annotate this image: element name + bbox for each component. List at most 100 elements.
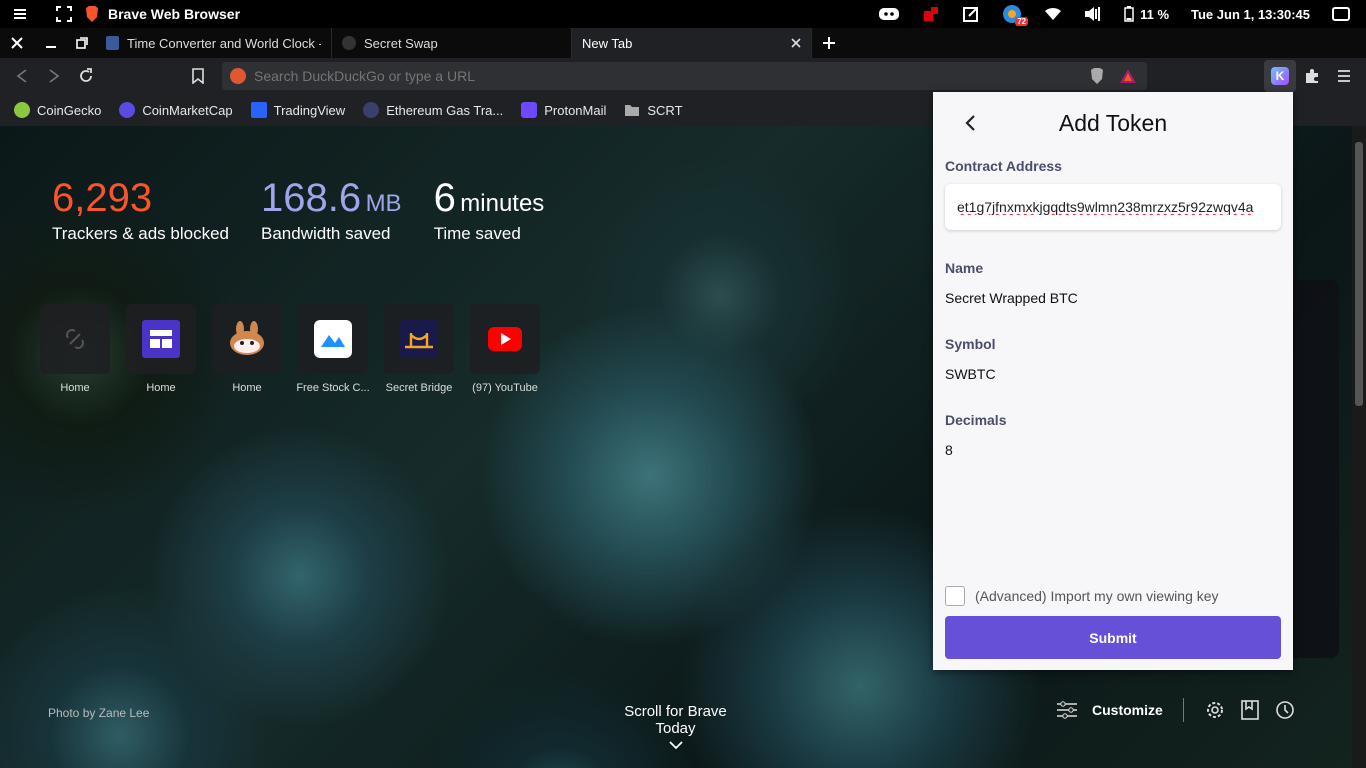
- battery-level: 11 %: [1140, 6, 1170, 22]
- pancakeswap-bunny-icon: [227, 321, 267, 357]
- menu-button[interactable]: [1328, 60, 1360, 92]
- security-shield-icon[interactable]: [922, 5, 940, 23]
- link-icon: [60, 324, 90, 354]
- notification-badge: 72: [1015, 17, 1029, 26]
- restore-icon: [76, 37, 88, 49]
- advanced-viewing-key-option[interactable]: (Advanced) Import my own viewing key: [945, 586, 1219, 606]
- brave-stats: 6,293 Trackers & ads blocked 168.6 MB Ba…: [52, 176, 544, 244]
- bookmark-icon: [192, 68, 204, 84]
- stat-time: 6 minutes Time saved: [433, 176, 545, 243]
- hamburger-icon: [1337, 70, 1351, 82]
- decimals-value: 8: [945, 442, 953, 458]
- bookmark-tradingview[interactable]: TradingView: [250, 102, 345, 118]
- symbol-value: SWBTC: [945, 366, 996, 382]
- contract-address-input[interactable]: [957, 199, 1269, 215]
- scrollbar-thumb[interactable]: [1355, 142, 1363, 406]
- ethereum-gas-icon: [363, 102, 380, 118]
- keplr-extension-button[interactable]: K: [1264, 60, 1296, 92]
- name-value: Secret Wrapped BTC: [945, 290, 1078, 306]
- settings-gear-icon[interactable]: [1204, 699, 1226, 721]
- popup-title: Add Token: [1058, 109, 1168, 136]
- activities-icon[interactable]: [12, 6, 28, 22]
- back-arrow-icon: [16, 69, 28, 83]
- page-scrollbar[interactable]: [1352, 126, 1366, 768]
- bookmark-protonmail[interactable]: ProtonMail: [521, 102, 606, 118]
- brave-lion-icon: [84, 5, 100, 23]
- history-icon[interactable]: [1274, 699, 1296, 721]
- updates-icon[interactable]: 72: [1002, 4, 1029, 26]
- back-chevron-icon[interactable]: [959, 112, 981, 134]
- top-site-tile[interactable]: Secret Bridge: [384, 304, 454, 394]
- decimals-label: Decimals: [945, 412, 1007, 428]
- back-button[interactable]: [6, 60, 38, 92]
- os-top-bar: Brave Web Browser 72 11 % Tue Jun 1, 13:…: [0, 0, 1366, 28]
- fullscreen-icon[interactable]: [56, 6, 72, 22]
- youtube-icon: [488, 327, 522, 351]
- advanced-checkbox[interactable]: [945, 586, 965, 606]
- coinmarketcap-icon: [119, 102, 136, 118]
- grid-app-icon: [142, 320, 180, 358]
- close-icon: [11, 37, 23, 49]
- submit-button[interactable]: Submit: [945, 616, 1281, 659]
- new-tab-button[interactable]: [812, 28, 846, 58]
- clock-favicon-icon: [106, 36, 120, 50]
- tab-time-converter[interactable]: Time Converter and World Clock - C: [96, 28, 332, 58]
- sliders-icon[interactable]: [1056, 700, 1078, 720]
- bookmark-coinmarketcap[interactable]: CoinMarketCap: [119, 102, 233, 118]
- secret-swap-favicon-icon: [342, 36, 356, 50]
- address-bar[interactable]: [222, 62, 1147, 90]
- advanced-label: (Advanced) Import my own viewing key: [975, 588, 1219, 604]
- browser-toolbar: K: [0, 58, 1366, 94]
- tab-new-tab[interactable]: New Tab: [572, 28, 812, 58]
- discord-icon[interactable]: [878, 6, 900, 22]
- bookmarks-icon[interactable]: [1240, 699, 1260, 721]
- brave-today-prompt[interactable]: Scroll for Brave Today: [603, 703, 748, 754]
- top-site-tile[interactable]: (97) YouTube: [470, 304, 540, 394]
- volume-icon[interactable]: [1084, 6, 1102, 22]
- active-app[interactable]: Brave Web Browser: [84, 5, 240, 23]
- minimize-icon: [45, 37, 57, 49]
- bookmark-coingecko[interactable]: CoinGecko: [14, 102, 101, 118]
- bookmark-button[interactable]: [182, 60, 214, 92]
- address-input[interactable]: [254, 68, 1074, 84]
- background-page-panel: [1293, 280, 1339, 658]
- ntp-bottom-controls: Customize: [1056, 698, 1296, 722]
- contract-address-label: Contract Address: [945, 158, 1062, 174]
- coingecko-icon: [14, 102, 30, 118]
- top-site-tile[interactable]: Free Stock C...: [296, 304, 370, 394]
- top-sites: Home Home Home Free Stock C... Secret Br…: [40, 304, 540, 394]
- wifi-icon[interactable]: [1044, 7, 1062, 21]
- forward-arrow-icon: [48, 69, 60, 83]
- bookmark-folder-scrt[interactable]: SCRT: [624, 103, 683, 118]
- top-site-tile[interactable]: Home: [212, 304, 282, 394]
- window-minimize-button[interactable]: [34, 28, 68, 58]
- app-title: Brave Web Browser: [108, 6, 241, 22]
- tradingview-icon: [250, 102, 267, 118]
- window-close-button[interactable]: [0, 28, 34, 58]
- tab-close-icon[interactable]: [791, 38, 801, 48]
- battery-indicator[interactable]: 11 %: [1124, 6, 1169, 22]
- extensions-button[interactable]: [1296, 60, 1328, 92]
- clock[interactable]: Tue Jun 1, 13:30:45: [1191, 7, 1310, 22]
- reload-button[interactable]: [70, 60, 102, 92]
- folder-icon: [624, 103, 640, 117]
- window-restore-button[interactable]: [68, 28, 96, 58]
- contract-address-field[interactable]: [945, 184, 1281, 230]
- add-token-popup: Add Token Contract Address Name Secret W…: [933, 92, 1293, 670]
- popup-header: Add Token: [933, 92, 1293, 154]
- bookmark-ethereum-gas[interactable]: Ethereum Gas Tra...: [363, 102, 503, 118]
- tab-secret-swap[interactable]: Secret Swap: [332, 28, 572, 58]
- customize-button[interactable]: Customize: [1092, 702, 1163, 718]
- forward-button[interactable]: [38, 60, 70, 92]
- chevron-down-icon: [668, 740, 683, 750]
- reload-icon: [78, 68, 94, 84]
- protonmail-icon: [521, 102, 538, 118]
- symbol-label: Symbol: [945, 336, 996, 352]
- notes-icon[interactable]: [962, 5, 980, 23]
- top-site-tile[interactable]: Home: [126, 304, 196, 394]
- show-desktop-icon[interactable]: [1332, 7, 1350, 21]
- brave-rewards-icon[interactable]: [1119, 68, 1137, 84]
- stat-bandwidth: 168.6 MB Bandwidth saved: [261, 176, 402, 243]
- top-site-tile[interactable]: Home: [40, 304, 110, 394]
- brave-shields-icon[interactable]: [1089, 67, 1105, 85]
